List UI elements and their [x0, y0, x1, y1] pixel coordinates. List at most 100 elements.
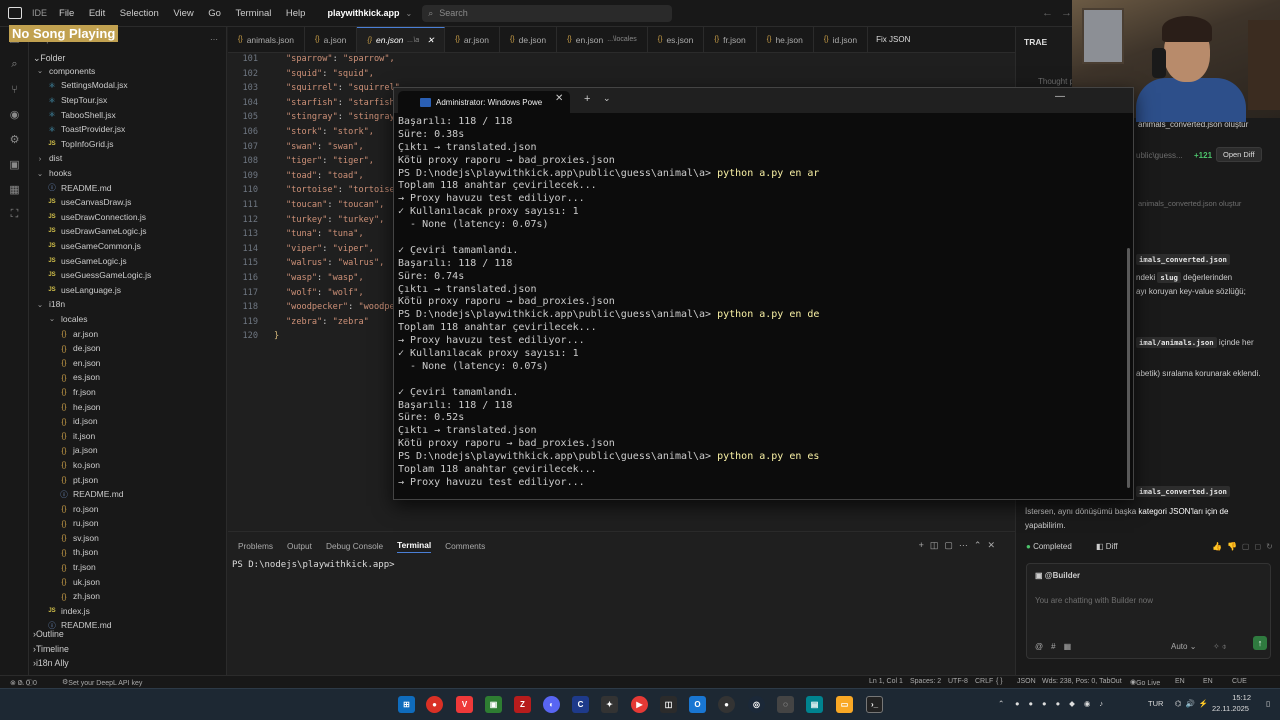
menu-help[interactable]: Help: [286, 8, 306, 19]
code-line[interactable]: 103 "squirrel": "squirrel": [228, 83, 399, 98]
tree-item[interactable]: ⌄ hooks: [29, 166, 226, 181]
code-line[interactable]: 117 "wolf": "wolf",: [228, 288, 363, 303]
panel-tab-debug-console[interactable]: Debug Console: [326, 541, 383, 551]
section-timeline[interactable]: › Timeline: [29, 642, 226, 657]
tree-item[interactable]: JS useLanguage.js: [29, 283, 226, 298]
notification-icon[interactable]: ▯: [1266, 699, 1270, 708]
code-line[interactable]: 110 "tortoise": "tortoise": [228, 185, 399, 200]
section-outline[interactable]: › Outline: [29, 627, 226, 642]
app-icon-9[interactable]: ◫: [660, 696, 677, 713]
tray-icons[interactable]: ●●●●◆◉♪: [1015, 699, 1112, 708]
chat-tools[interactable]: @#▦: [1035, 642, 1079, 651]
line-ending[interactable]: CRLF: [975, 678, 993, 685]
github-icon[interactable]: ●: [718, 696, 735, 713]
spreadsheet-icon[interactable]: ▤: [806, 696, 823, 713]
menu-edit[interactable]: Edit: [89, 8, 105, 19]
chat-input-box[interactable]: ▣ @Builder You are chatting with Builder…: [1026, 563, 1271, 659]
code-line[interactable]: 116 "wasp": "wasp",: [228, 273, 363, 288]
tree-item[interactable]: JS useGameLogic.js: [29, 253, 226, 268]
editor-tab[interactable]: {} a.json: [305, 27, 358, 52]
maximize-panel-icon[interactable]: ⌃: [974, 540, 988, 550]
tree-item[interactable]: {} en.json: [29, 355, 226, 370]
filezilla-icon[interactable]: Z: [514, 696, 531, 713]
menu-selection[interactable]: Selection: [120, 8, 159, 19]
panel-tab-problems[interactable]: Problems: [238, 541, 273, 551]
input-language[interactable]: TUR: [1148, 699, 1163, 708]
davinci-icon[interactable]: ✦: [601, 696, 618, 713]
close-tab-icon[interactable]: ✕: [427, 35, 434, 46]
more-icon[interactable]: ⋯: [210, 35, 218, 44]
trash-icon[interactable]: ▢: [944, 540, 959, 550]
tree-item[interactable]: JS useCanvasDraw.js: [29, 195, 226, 210]
editor-tab[interactable]: {} fr.json: [704, 27, 757, 52]
tree-item[interactable]: {} de.json: [29, 341, 226, 356]
editor-tab[interactable]: {} animals.json: [228, 27, 305, 52]
thought-process-toggle[interactable]: Thought p: [1038, 77, 1074, 86]
editor-tab[interactable]: {} en.json ...\a ✕: [357, 27, 446, 52]
menu-terminal[interactable]: Terminal: [235, 8, 271, 19]
clock-date[interactable]: 22.11.2025: [1212, 704, 1249, 713]
terminal-tab[interactable]: Administrator: Windows Powe: [398, 91, 570, 113]
source-control-icon[interactable]: ⑂: [0, 77, 29, 102]
menu-go[interactable]: Go: [208, 8, 221, 19]
feedback-actions[interactable]: 👍👎▢◻↻: [1212, 542, 1278, 551]
tree-item[interactable]: {} tr.json: [29, 560, 226, 575]
tree-item[interactable]: {} ja.json: [29, 443, 226, 458]
close-tab-icon[interactable]: ✕: [555, 93, 563, 104]
code-line[interactable]: 106 "stork": "stork",: [228, 127, 374, 142]
lang-en-2[interactable]: EN: [1203, 678, 1213, 685]
code-line[interactable]: 113 "tuna": "tuna",: [228, 229, 363, 244]
project-name[interactable]: playwithkick.app: [327, 8, 399, 18]
fix-json-button[interactable]: Fix JSON: [876, 35, 910, 44]
new-terminal-icon[interactable]: +: [919, 540, 930, 550]
tray-overflow-icon[interactable]: ⌃: [998, 699, 1004, 708]
vivaldi-icon[interactable]: V: [456, 696, 473, 713]
language-mode[interactable]: JSON: [1017, 678, 1036, 685]
code-line[interactable]: 109 "toad": "toad",: [228, 171, 363, 186]
minimize-icon[interactable]: —: [1055, 91, 1065, 102]
tree-item[interactable]: {} he.json: [29, 399, 226, 414]
editor-tab[interactable]: {} es.json: [648, 27, 705, 52]
open-diff-button[interactable]: Open Diff: [1216, 147, 1262, 162]
terminal-app-icon[interactable]: ▣: [485, 696, 502, 713]
extensions-icon[interactable]: ⚙: [0, 127, 29, 152]
file-explorer-icon[interactable]: ▭: [836, 696, 853, 713]
code-editor-icon[interactable]: C: [572, 696, 589, 713]
code-line[interactable]: 114 "viper": "viper",: [228, 244, 374, 259]
tree-item[interactable]: JS TopInfoGrid.js: [29, 137, 226, 152]
chrome-icon[interactable]: ●: [426, 696, 443, 713]
tree-item[interactable]: ⌄ i18n: [29, 297, 226, 312]
tree-item[interactable]: ⚛ SettingsModal.jsx: [29, 78, 226, 93]
builder-mention[interactable]: ▣ @Builder: [1035, 571, 1080, 580]
editor-tab[interactable]: {} de.json: [500, 27, 558, 52]
translate-icon[interactable]: ⛶: [0, 202, 29, 227]
editor-tab[interactable]: {} id.json: [814, 27, 869, 52]
terminal-prompt[interactable]: PS D:\nodejs\playwithkick.app>: [232, 560, 395, 570]
go-live-button[interactable]: ◉ Go Live: [1130, 678, 1160, 687]
code-line[interactable]: 104 "starfish": "starfish": [228, 98, 399, 113]
new-tab-icon[interactable]: +: [584, 93, 590, 105]
terminal-titlebar[interactable]: Administrator: Windows Powe ✕ + ⌄ —: [394, 88, 1133, 113]
tree-item[interactable]: {} uk.json: [29, 574, 226, 589]
lang-en-1[interactable]: EN: [1175, 678, 1185, 685]
tree-item[interactable]: {} id.json: [29, 414, 226, 429]
tree-item[interactable]: ⚛ TabooShell.jsx: [29, 107, 226, 122]
editor-tab[interactable]: {} he.json: [757, 27, 814, 52]
tree-item[interactable]: {} zh.json: [29, 589, 226, 604]
editor-tab[interactable]: {} ar.json: [445, 27, 500, 52]
send-button[interactable]: ↑: [1253, 636, 1267, 650]
code-line[interactable]: 111 "toucan": "toucan",: [228, 200, 384, 215]
tree-item[interactable]: ⓘ README.md: [29, 487, 226, 502]
mic-icon[interactable]: ✧ ⌽: [1213, 642, 1227, 652]
code-line[interactable]: 118 "woodpecker": "woodpe: [228, 302, 394, 317]
powershell-window[interactable]: Administrator: Windows Powe ✕ + ⌄ — Başa…: [393, 87, 1134, 500]
menu-view[interactable]: View: [173, 8, 193, 19]
tree-item[interactable]: ⚛ ToastProvider.jsx: [29, 122, 226, 137]
editor-tab[interactable]: {} en.json ...\locales: [557, 27, 648, 52]
network-volume-icons[interactable]: ⌬🔊⚡: [1175, 699, 1212, 708]
problems-status[interactable]: ⊗ 0 ⚠ 0 ⓘ 0: [10, 678, 37, 688]
tree-item[interactable]: {} ru.json: [29, 516, 226, 531]
tree-item[interactable]: {} ko.json: [29, 458, 226, 473]
panel-tab-terminal[interactable]: Terminal: [397, 540, 432, 553]
tree-item[interactable]: {} pt.json: [29, 472, 226, 487]
